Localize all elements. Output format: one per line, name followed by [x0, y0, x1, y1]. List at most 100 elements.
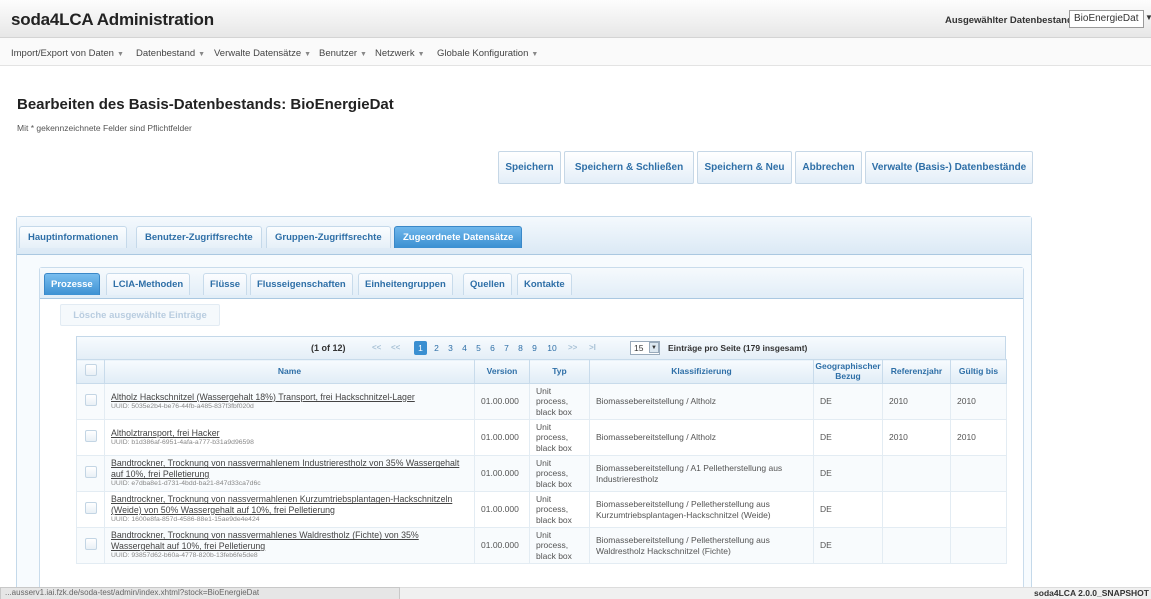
- type-cell: Unit process, black box: [529, 455, 590, 492]
- select-all-header[interactable]: [76, 359, 105, 384]
- valid-until-cell: [950, 491, 1007, 528]
- tab-flusseigenschaften[interactable]: Flusseigenschaften: [250, 273, 353, 295]
- checkbox[interactable]: [84, 430, 97, 443]
- chevron-down-icon[interactable]: ▼: [1145, 13, 1151, 22]
- tab-benutzer-zugriffsrechte[interactable]: Benutzer-Zugriffsrechte: [136, 226, 262, 248]
- page-8-button[interactable]: 8: [514, 341, 527, 355]
- tab-hauptinformationen[interactable]: Hauptinformationen: [19, 226, 128, 248]
- column-header-type[interactable]: Typ: [529, 359, 590, 384]
- menu-benutzer[interactable]: Benutzer ▼: [319, 48, 367, 59]
- checkbox[interactable]: [84, 466, 97, 479]
- save-new-button[interactable]: Speichern & Neu: [697, 151, 792, 184]
- column-header-refyear[interactable]: Referenzjahr: [882, 359, 951, 384]
- tab-kontakte[interactable]: Kontakte: [517, 273, 572, 295]
- checkbox[interactable]: [84, 538, 97, 551]
- name-cell: Altholztransport, frei Hacker UUID: b1d38…: [104, 419, 475, 456]
- status-bar: ...ausserv1.iai.fzk.de/soda-test/admin/i…: [0, 587, 1151, 599]
- first-page-button[interactable]: <<: [372, 343, 381, 352]
- chevron-down-icon[interactable]: ▼: [649, 342, 659, 353]
- checkbox[interactable]: [84, 364, 97, 377]
- page-6-button[interactable]: 6: [486, 341, 499, 355]
- refyear-cell: [882, 455, 951, 492]
- table-row: Bandtrockner, Trocknung von nassvermahle…: [76, 455, 1007, 492]
- version-cell: 01.00.000: [474, 491, 530, 528]
- table-header-row: Name Version Typ Klassifizierung Geograp…: [76, 359, 1007, 384]
- last-page-button[interactable]: >I: [589, 343, 596, 352]
- page-3-button[interactable]: 3: [444, 341, 457, 355]
- page-10-button[interactable]: 10: [543, 341, 561, 355]
- uuid-text: UUID: 93857d62-b60a-4778-820b-13feb6fe5d…: [111, 552, 258, 560]
- row-select-cell[interactable]: [76, 455, 105, 492]
- chevron-down-icon: ▼: [116, 51, 124, 58]
- page-1-button[interactable]: 1: [414, 341, 427, 355]
- type-cell: Unit process, black box: [529, 491, 590, 528]
- app-window: soda4LCA Administration Ausgewählter Dat…: [0, 0, 1151, 599]
- uuid-text: UUID: b1d386af-6951-4afa-a777-b31a9d9659…: [111, 439, 254, 447]
- row-select-cell[interactable]: [76, 527, 105, 564]
- type-cell: Unit process, black box: [529, 419, 590, 456]
- column-header-geography[interactable]: Geographischer Bezug: [813, 359, 883, 384]
- tab-einheitengruppen[interactable]: Einheitengruppen: [358, 273, 453, 295]
- classification-cell: Biomassebereitstellung / A1 Pelletherste…: [589, 455, 814, 492]
- prev-page-button[interactable]: <<: [391, 343, 400, 352]
- column-header-valid-until[interactable]: Gültig bis: [950, 359, 1007, 384]
- table-row: Altholz Hackschnitzel (Wassergehalt 18%)…: [76, 383, 1007, 420]
- chevron-down-icon: ▼: [360, 51, 367, 58]
- valid-until-cell: [950, 527, 1007, 564]
- process-name-link[interactable]: Bandtrockner, Trocknung von nassvermahle…: [111, 494, 468, 515]
- save-button[interactable]: Speichern: [498, 151, 561, 184]
- menu-label: Netzwerk: [375, 48, 415, 59]
- menu-netzwerk[interactable]: Netzwerk ▼: [375, 48, 425, 59]
- cancel-button[interactable]: Abbrechen: [795, 151, 862, 184]
- geography-cell: DE: [813, 455, 883, 492]
- row-select-cell[interactable]: [76, 491, 105, 528]
- refyear-cell: [882, 491, 951, 528]
- tab-lcia-methoden[interactable]: LCIA-Methoden: [106, 273, 191, 295]
- name-cell: Altholz Hackschnitzel (Wassergehalt 18%)…: [104, 383, 475, 420]
- type-cell: Unit process, black box: [529, 527, 590, 564]
- next-page-button[interactable]: >>: [568, 343, 577, 352]
- row-select-cell[interactable]: [76, 383, 105, 420]
- uuid-text: UUID: 1600e8fa-857d-4586-88e1-15ae9de4e4…: [111, 516, 260, 524]
- manage-datastocks-button[interactable]: Verwalte (Basis-) Datenbestände: [865, 151, 1033, 184]
- datastock-select[interactable]: BioEnergieDat: [1069, 10, 1144, 28]
- page-2-button[interactable]: 2: [430, 341, 443, 355]
- inner-tabbar: Prozesse LCIA-Methoden Flüsse Flusseigen…: [40, 268, 1023, 299]
- geography-cell: DE: [813, 491, 883, 528]
- delete-selected-button[interactable]: Lösche ausgewählte Einträge: [60, 304, 220, 326]
- tab-gruppen-zugriffsrechte[interactable]: Gruppen-Zugriffsrechte: [266, 226, 391, 248]
- version-cell: 01.00.000: [474, 383, 530, 420]
- uuid-text: UUID: 5035e2b4-be76-44fb-a485-837f3fbf02…: [111, 403, 254, 411]
- menu-datenbestand[interactable]: Datenbestand ▼: [136, 48, 205, 59]
- chevron-down-icon: ▼: [417, 51, 425, 58]
- pager-summary: Einträge pro Seite (179 insgesamt): [668, 343, 808, 353]
- process-name-link[interactable]: Altholztransport, frei Hacker: [111, 428, 468, 439]
- tab-prozesse[interactable]: Prozesse: [44, 273, 100, 295]
- tab-quellen[interactable]: Quellen: [463, 273, 512, 295]
- page-7-button[interactable]: 7: [500, 341, 513, 355]
- checkbox[interactable]: [84, 394, 97, 407]
- tab-fluesse[interactable]: Flüsse: [203, 273, 248, 295]
- version-cell: 01.00.000: [474, 455, 530, 492]
- column-header-name[interactable]: Name: [104, 359, 475, 384]
- process-name-link[interactable]: Altholz Hackschnitzel (Wassergehalt 18%)…: [111, 392, 468, 403]
- column-header-version[interactable]: Version: [474, 359, 530, 384]
- checkbox[interactable]: [84, 502, 97, 515]
- page-9-button[interactable]: 9: [528, 341, 541, 355]
- table-row: Altholztransport, frei Hacker UUID: b1d38…: [76, 419, 1007, 456]
- process-name-link[interactable]: Bandtrockner, Trocknung von nassvermahle…: [111, 458, 468, 479]
- row-select-cell[interactable]: [76, 419, 105, 456]
- app-title: soda4LCA Administration: [11, 10, 214, 29]
- menu-import-export[interactable]: Import/Export von Daten ▼: [11, 48, 124, 59]
- menu-globale-konfiguration[interactable]: Globale Konfiguration ▼: [437, 48, 538, 59]
- page-title: Bearbeiten des Basis-Datenbestands: BioE…: [17, 96, 394, 113]
- tab-zugeordnete-datensaetze[interactable]: Zugeordnete Datensätze: [394, 226, 523, 248]
- save-close-button[interactable]: Speichern & Schließen: [564, 151, 694, 184]
- process-name-link[interactable]: Bandtrockner, Trocknung von nassvermahle…: [111, 530, 468, 551]
- column-header-classification[interactable]: Klassifizierung: [589, 359, 814, 384]
- menu-verwalte-datensaetze[interactable]: Verwalte Datensätze ▼: [214, 48, 311, 59]
- classification-cell: Biomassebereitstellung / Altholz: [589, 419, 814, 456]
- process-table: Name Version Typ Klassifizierung Geograp…: [76, 359, 1007, 564]
- page-4-button[interactable]: 4: [458, 341, 471, 355]
- page-5-button[interactable]: 5: [472, 341, 485, 355]
